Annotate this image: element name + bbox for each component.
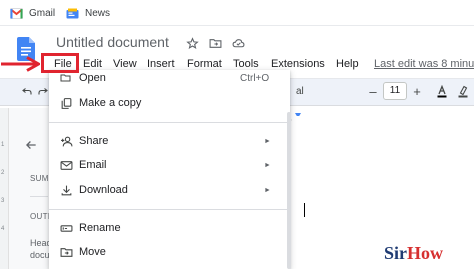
menu-item-label: Download — [79, 184, 128, 196]
text-cursor — [304, 203, 305, 217]
share-person-icon — [59, 134, 73, 148]
ruler-label: 4 — [1, 226, 5, 232]
cloud-status-icon[interactable] — [232, 37, 245, 50]
bookmark-gmail[interactable]: Gmail — [10, 5, 55, 21]
file-menu-highlight-box — [41, 53, 79, 73]
redo-icon[interactable] — [37, 84, 49, 98]
menu-item-email[interactable]: Email ► — [49, 155, 287, 175]
outline-hint-line: docu — [30, 250, 50, 260]
menu-item-label: Rename — [79, 222, 121, 234]
sirhow-watermark-logo: SirHow — [384, 243, 443, 264]
font-family-select[interactable]: al — [296, 84, 304, 98]
menu-item-label: Make a copy — [79, 97, 142, 109]
move-folder-icon[interactable] — [209, 37, 222, 50]
undo-icon[interactable] — [20, 84, 34, 98]
submenu-arrow-icon: ► — [264, 186, 271, 194]
menu-item-share[interactable]: Share ► — [49, 131, 287, 151]
gmail-icon — [10, 7, 23, 19]
text-color-icon[interactable] — [436, 84, 448, 98]
menu-item-move[interactable]: Move — [49, 242, 287, 262]
menu-help[interactable]: Help — [336, 55, 359, 73]
star-icon[interactable] — [186, 37, 199, 50]
watermark-part: How — [407, 243, 444, 263]
rename-icon — [59, 221, 73, 235]
email-icon — [59, 158, 73, 172]
menu-item-open[interactable]: Open Ctrl+O — [49, 68, 287, 88]
ruler-label: 3 — [1, 198, 5, 204]
menu-item-label: Email — [79, 159, 107, 171]
document-canvas[interactable] — [292, 116, 474, 269]
ruler-label: 1 — [1, 142, 5, 148]
horizontal-ruler — [285, 108, 474, 121]
move-icon — [59, 245, 73, 259]
summary-heading: SUM — [30, 174, 49, 183]
menu-item-download[interactable]: Download ► — [49, 180, 287, 200]
back-arrow-icon[interactable] — [24, 138, 40, 154]
watermark-part: Sir — [384, 243, 408, 263]
bookmark-label: Gmail — [29, 7, 56, 19]
last-edit-link[interactable]: Last edit was 8 minu — [374, 55, 474, 73]
news-icon — [66, 8, 79, 19]
menu-item-make-a-copy[interactable]: Make a copy — [49, 93, 287, 113]
highlight-color-icon[interactable] — [456, 84, 470, 98]
panel-divider — [30, 196, 48, 197]
menu-separator — [49, 209, 287, 210]
vertical-ruler — [0, 108, 9, 269]
copy-icon — [59, 96, 73, 110]
ruler-label: 2 — [1, 170, 5, 176]
submenu-arrow-icon: ► — [264, 137, 271, 145]
menu-item-label: Share — [79, 135, 109, 147]
font-size-input[interactable]: 11 — [383, 82, 407, 100]
menu-item-rename[interactable]: Rename — [49, 218, 287, 238]
bookmark-news[interactable]: News — [66, 5, 110, 21]
document-title[interactable]: Untitled document — [56, 34, 169, 50]
bookmark-label: News — [85, 7, 111, 19]
download-icon — [59, 183, 73, 197]
submenu-arrow-icon: ► — [264, 161, 271, 169]
pointer-arrow-icon — [0, 56, 42, 72]
font-family-value: al — [296, 85, 304, 97]
folder-open-icon — [59, 71, 73, 85]
menu-scrollbar[interactable] — [287, 112, 291, 269]
menu-item-label: Move — [79, 246, 106, 258]
menu-item-shortcut: Ctrl+O — [240, 72, 270, 84]
outline-heading: OUTI — [30, 212, 51, 221]
increase-font-size-button[interactable]: + — [411, 84, 423, 99]
menu-item-label: Open — [79, 72, 106, 84]
decrease-font-size-button[interactable]: – — [367, 84, 379, 99]
menu-separator — [49, 122, 287, 123]
